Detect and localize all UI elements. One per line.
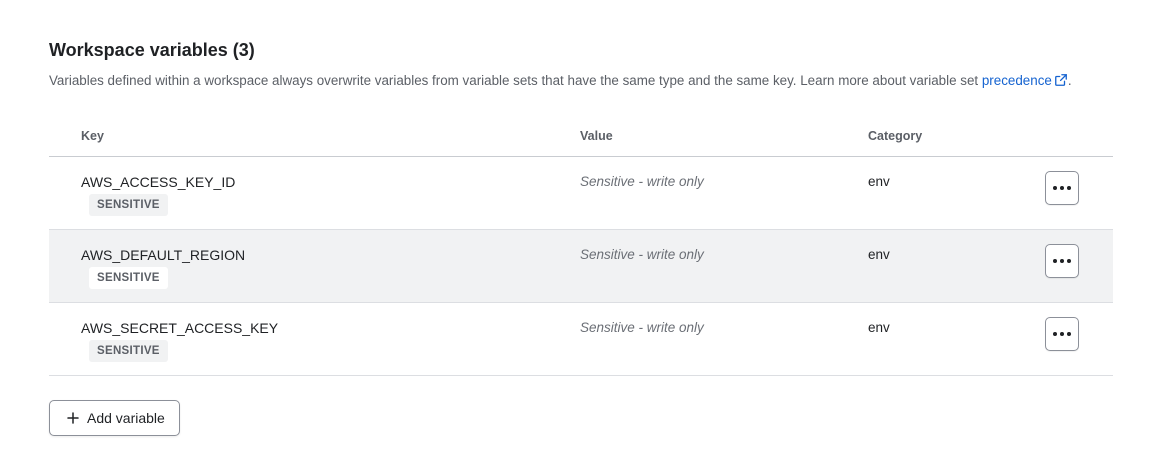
variables-table: Key Value Category AWS_ACCESS_KEY_ID SEN… bbox=[49, 118, 1113, 376]
variable-value: Sensitive - write only bbox=[580, 320, 704, 335]
variable-key: AWS_SECRET_ACCESS_KEY bbox=[81, 320, 279, 336]
variable-category: env bbox=[868, 320, 890, 335]
row-actions-button[interactable] bbox=[1045, 171, 1079, 205]
more-horizontal-icon bbox=[1053, 186, 1071, 190]
row-actions-button[interactable] bbox=[1045, 317, 1079, 351]
header-category: Category bbox=[868, 129, 923, 143]
add-variable-button[interactable]: Add variable bbox=[49, 400, 180, 436]
variable-category: env bbox=[868, 174, 890, 189]
variable-value: Sensitive - write only bbox=[580, 247, 704, 262]
table-row: AWS_DEFAULT_REGION SENSITIVE Sensitive -… bbox=[49, 230, 1113, 303]
precedence-link-label: precedence bbox=[981, 73, 1052, 88]
add-variable-label: Add variable bbox=[87, 410, 165, 426]
external-link-icon bbox=[1054, 74, 1067, 86]
table-header: Key Value Category bbox=[49, 118, 1113, 157]
more-horizontal-icon bbox=[1053, 259, 1071, 263]
precedence-link[interactable]: precedence bbox=[982, 73, 1068, 88]
description-period: . bbox=[1067, 73, 1072, 88]
header-value: Value bbox=[580, 129, 613, 143]
plus-icon bbox=[67, 412, 79, 424]
sensitive-badge: SENSITIVE bbox=[89, 194, 168, 216]
variable-key: AWS_DEFAULT_REGION bbox=[81, 247, 246, 263]
variable-key: AWS_ACCESS_KEY_ID bbox=[81, 174, 236, 190]
more-horizontal-icon bbox=[1053, 332, 1071, 336]
variable-value: Sensitive - write only bbox=[580, 174, 704, 189]
header-key: Key bbox=[81, 129, 104, 143]
section-description: Variables defined within a workspace alw… bbox=[49, 73, 1072, 88]
table-row: AWS_SECRET_ACCESS_KEY SENSITIVE Sensitiv… bbox=[49, 303, 1113, 376]
variable-category: env bbox=[868, 247, 890, 262]
table-row: AWS_ACCESS_KEY_ID SENSITIVE Sensitive - … bbox=[49, 157, 1113, 230]
description-text: Variables defined within a workspace alw… bbox=[49, 73, 982, 88]
sensitive-badge: SENSITIVE bbox=[89, 340, 168, 362]
section-title: Workspace variables (3) bbox=[49, 40, 255, 60]
row-actions-button[interactable] bbox=[1045, 244, 1079, 278]
sensitive-badge: SENSITIVE bbox=[89, 267, 168, 289]
